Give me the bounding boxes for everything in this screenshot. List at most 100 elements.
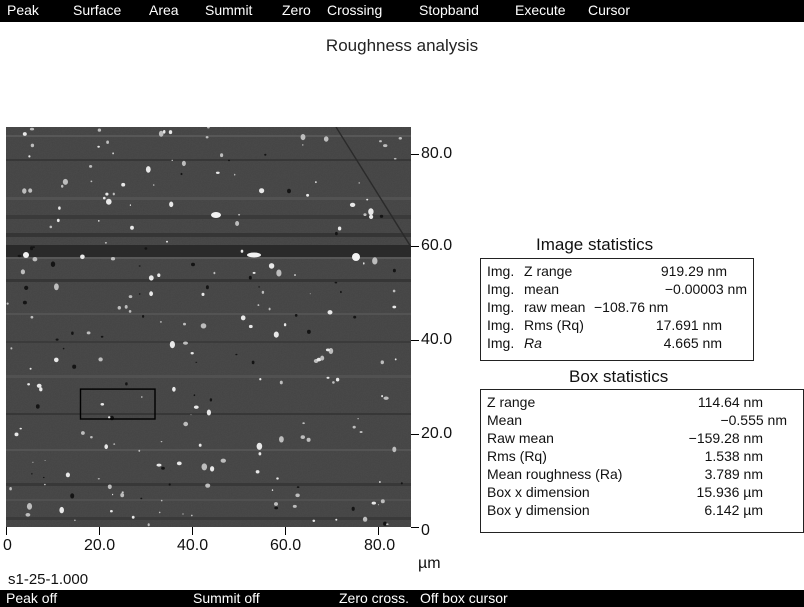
afm-image-canvas[interactable] [6, 127, 411, 527]
surface-particle [392, 268, 396, 273]
surface-particle [351, 506, 355, 511]
surface-particle [393, 157, 397, 160]
img-prefix: Img. [487, 335, 515, 351]
surface-particle [176, 461, 182, 466]
surface-particle [104, 444, 108, 450]
x-tick-label: 0 [3, 537, 12, 554]
x-unit-label: µm [418, 555, 441, 572]
surface-particle [147, 523, 150, 527]
menu-zero[interactable]: Zero [282, 2, 311, 18]
surface-particle [152, 184, 155, 186]
surface-particle [287, 188, 291, 194]
surface-particle [259, 188, 265, 194]
surface-particle [258, 286, 260, 288]
afm-image[interactable] [6, 127, 411, 527]
surface-particle [113, 443, 116, 445]
img-stat-label: mean [524, 281, 560, 297]
surface-particle [190, 414, 192, 416]
surface-particle [106, 140, 109, 144]
surface-particle [220, 458, 226, 463]
surface-particle [128, 310, 132, 313]
surface-particle [17, 254, 22, 258]
surface-particle [140, 497, 143, 500]
box-stat-label: Raw mean [487, 430, 554, 446]
box-stat-value: 15.936 µm [696, 484, 763, 500]
box-stat-label: Mean [487, 412, 523, 428]
surface-particle [20, 269, 25, 275]
surface-particle [162, 130, 166, 134]
menu-cursor[interactable]: Cursor [588, 2, 630, 18]
sample-id-label: s1-25-1.000 [8, 571, 89, 588]
surface-particle [157, 273, 161, 277]
surface-particle [283, 323, 287, 327]
surface-particle [362, 516, 368, 522]
surface-particle [292, 504, 297, 508]
x-axis-tick [192, 527, 193, 535]
surface-particle [105, 192, 109, 196]
surface-particle [235, 221, 240, 226]
surface-particle [294, 274, 296, 276]
surface-particle [198, 443, 202, 447]
menu-execute[interactable]: Execute [515, 2, 566, 18]
menu-crossing[interactable]: Crossing [327, 2, 382, 18]
surface-particle [211, 212, 221, 218]
surface-particle [379, 481, 381, 483]
surface-particle [276, 477, 279, 480]
surface-particle [107, 484, 112, 490]
surface-particle [392, 305, 397, 309]
box-stat-label: Mean roughness (Ra) [487, 466, 623, 482]
scan-line-band [6, 245, 411, 257]
surface-particle [90, 436, 93, 439]
img-stat-label: Rms (Rq) [524, 317, 584, 333]
surface-particle [6, 302, 9, 305]
status-summit[interactable]: Summit off [193, 590, 260, 606]
scan-line-band [6, 159, 411, 161]
surface-particle [335, 518, 338, 521]
surface-particle [386, 523, 389, 525]
surface-particle [103, 196, 106, 200]
surface-particle [248, 324, 253, 329]
surface-particle [279, 380, 283, 385]
scan-line-band [6, 341, 411, 343]
surface-particle [112, 152, 114, 155]
surface-particle [368, 208, 374, 216]
img-prefix: Img. [487, 317, 515, 333]
img-stat-value: 4.665 nm [663, 335, 722, 351]
surface-particle [30, 315, 34, 319]
surface-particle [213, 271, 216, 275]
y-tick-label: 0 [421, 522, 430, 539]
surface-particle [312, 519, 316, 522]
menu-summit[interactable]: Summit [205, 2, 252, 18]
y-tick-label: 60.0 [421, 237, 453, 254]
image-statistics-title: Image statistics [536, 235, 654, 254]
surface-particle [104, 242, 107, 244]
surface-particle [30, 143, 35, 148]
surface-particle [296, 486, 300, 488]
box-stat-value: 114.64 nm [697, 394, 763, 410]
menu-stopband[interactable]: Stopband [419, 2, 479, 18]
surface-particle [371, 501, 376, 505]
surface-particle [392, 446, 397, 453]
surface-particle [112, 192, 115, 196]
surface-particle [156, 463, 162, 467]
status-box-cursor[interactable]: Off box cursor [420, 590, 508, 606]
surface-particle [320, 355, 325, 361]
menu-area[interactable]: Area [149, 2, 179, 18]
surface-particle [400, 482, 403, 485]
surface-particle [274, 502, 278, 506]
surface-particle [191, 262, 195, 267]
menu-surface[interactable]: Surface [73, 2, 121, 18]
surface-particle [271, 489, 274, 491]
surface-particle [369, 214, 374, 219]
status-peak[interactable]: Peak off [6, 590, 57, 606]
status-zero-cross[interactable]: Zero cross. [339, 590, 409, 606]
img-stat-value: −0.00003 nm [664, 281, 747, 297]
x-axis-tick [99, 527, 100, 535]
scan-line-band [6, 279, 411, 282]
menu-peak[interactable]: Peak [7, 2, 39, 18]
surface-particle [36, 383, 42, 388]
surface-particle [247, 252, 261, 258]
surface-particle [294, 314, 298, 317]
surface-particle [190, 352, 194, 355]
surface-particle [112, 493, 114, 496]
